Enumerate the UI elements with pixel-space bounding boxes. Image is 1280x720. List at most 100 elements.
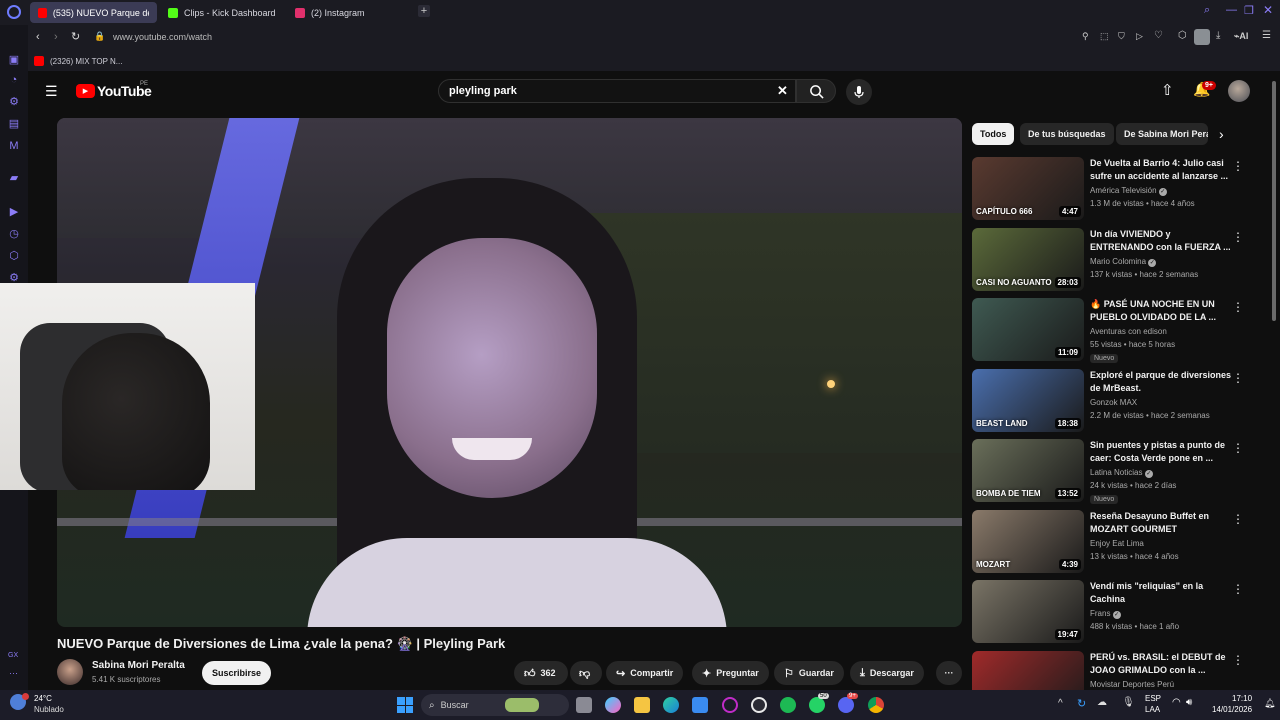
more-options-icon[interactable]: ⋮ (1232, 653, 1244, 667)
voice-search-button[interactable] (846, 79, 872, 105)
tray-sync-icon[interactable]: ↻ (1077, 697, 1086, 710)
notification-center-icon[interactable]: 🔔︎ (1264, 698, 1275, 709)
hamburger-menu-icon[interactable]: ☰ (45, 83, 58, 100)
extensions-icon[interactable]: ⬡ (1178, 30, 1187, 41)
more-options-icon[interactable]: ⋮ (1232, 300, 1244, 314)
channel-avatar[interactable] (57, 659, 83, 685)
minimize-icon[interactable]: — (1226, 4, 1237, 16)
history-icon[interactable]: ◷ (7, 227, 21, 241)
twitch-icon[interactable]: ▰ (7, 171, 21, 185)
weather-temperature[interactable]: 24°C (34, 694, 52, 703)
messenger-icon[interactable]: M (7, 139, 21, 153)
recommendation-title[interactable]: Sin puentes y pistas a punto de caer: Co… (1090, 439, 1232, 465)
dislike-button[interactable]: 👎︎ (570, 661, 602, 685)
recommendation-item[interactable]: BOMBA DE TIEM 13:52 Sin puentes y pistas a… (972, 439, 1262, 504)
recommendation-channel[interactable]: Enjoy Eat Lima (1090, 539, 1144, 548)
more-options-icon[interactable]: ⋮ (1232, 159, 1244, 173)
pin-icon[interactable]: ⚲ (1082, 31, 1089, 42)
recommendation-title[interactable]: Un día VIVIENDO y ENTRENANDO con la FUER… (1090, 228, 1232, 254)
player-icon[interactable]: ▶ (7, 205, 21, 219)
video-thumbnail[interactable]: CAPÍTULO 666 4:47 (972, 157, 1084, 220)
forward-icon[interactable]: › (54, 31, 58, 43)
recommendation-item[interactable]: MOZART 4:39 Reseña Desayuno Buffet en MOZA… (972, 509, 1262, 574)
search-input[interactable]: pleyling park ✕ (438, 79, 796, 103)
recommendation-item[interactable]: 19:47 Vendí mis "reliquias" en la Cachina… (972, 580, 1262, 644)
like-button[interactable]: 👍︎ 362 (514, 661, 568, 685)
more-actions-button[interactable]: ··· (936, 661, 962, 685)
menu-icon[interactable]: ☰ (1262, 30, 1271, 41)
ai-icon[interactable]: ⌁AI (1234, 31, 1248, 42)
new-tab-plus-icon[interactable]: + (418, 5, 430, 17)
video-thumbnail[interactable]: CASI NO AGUANTO 28:03 (972, 227, 1084, 291)
share-button[interactable]: ↪ Compartir (606, 661, 684, 685)
search-tabs-icon[interactable]: ⌕ (1204, 4, 1210, 17)
taskbar-search[interactable]: ⌕ Buscar (421, 694, 569, 716)
download-icon[interactable]: ⤓ (1216, 30, 1220, 41)
reload-icon[interactable]: ↻ (71, 30, 80, 43)
video-thumbnail[interactable]: 11:09 (972, 298, 1084, 361)
tab-instagram[interactable]: (2) Instagram (287, 2, 412, 23)
back-icon[interactable]: ‹ (36, 31, 40, 43)
user-avatar[interactable] (1228, 80, 1250, 102)
bookmark-item[interactable]: (2326) MIX TOP N... (50, 57, 122, 66)
gx-tools-icon[interactable]: ⚙ (7, 95, 21, 109)
video-thumbnail[interactable]: MOZART 4:39 (972, 509, 1084, 573)
upload-icon[interactable]: ⇧ (1161, 81, 1174, 99)
shield-icon[interactable]: ⛉ (1118, 31, 1125, 42)
snapshot-icon[interactable]: ⬚ (1100, 31, 1109, 42)
recommendation-channel[interactable]: Frans ✓ (1090, 609, 1121, 619)
gx-news-icon[interactable]: ▤ (7, 117, 21, 131)
video-thumbnail[interactable]: BOMBA DE TIEM 13:52 (972, 439, 1084, 502)
opera-gx-icon[interactable] (751, 697, 767, 713)
chip-de-tus-busquedas[interactable]: De tus búsquedas (1020, 123, 1114, 145)
recommendation-title[interactable]: Vendí mis "reliquias" en la Cachina (1090, 580, 1232, 606)
url-field[interactable]: www.youtube.com/watch (113, 32, 212, 42)
youtube-logo-icon[interactable]: ▶ (76, 84, 95, 98)
more-options-icon[interactable]: ⋮ (1232, 512, 1244, 526)
channel-name[interactable]: Sabina Mori Peralta (92, 660, 185, 671)
file-explorer-icon[interactable] (634, 697, 650, 713)
recommendation-title[interactable]: De Vuelta al Barrio 4: Julio casi sufre … (1090, 157, 1232, 183)
recommendation-title[interactable]: 🔥 PASÉ UNA NOCHE EN UN PUEBLO OLVIDADO D… (1090, 298, 1232, 324)
download-button[interactable]: ⤓ Descargar (850, 661, 924, 685)
tray-mic-icon[interactable]: 🎙︎ (1122, 697, 1135, 708)
subscribe-button[interactable]: Suscribirse (202, 661, 272, 685)
search-button[interactable] (796, 79, 836, 103)
close-window-icon[interactable]: ✕ (1263, 3, 1273, 17)
tray-chevron-icon[interactable]: ^ (1058, 698, 1063, 709)
extensions-side-icon[interactable]: ⬡ (7, 249, 21, 263)
video-thumbnail[interactable]: 19:47 (972, 580, 1084, 643)
recommendation-channel[interactable]: Latina Noticias ✓ (1090, 468, 1153, 478)
recommendation-channel[interactable]: América Televisión ✓ (1090, 186, 1167, 196)
recommendation-title[interactable]: Reseña Desayuno Buffet en MOZART GOURMET (1090, 510, 1232, 536)
profile-avatar[interactable] (1194, 29, 1210, 45)
chrome-icon[interactable] (868, 697, 884, 713)
discord-icon[interactable] (838, 697, 854, 713)
gx-cleaner-icon[interactable]: ◔ (7, 73, 21, 87)
spotify-icon[interactable] (780, 697, 796, 713)
chip-de-sabina[interactable]: De Sabina Mori Pera (1116, 123, 1208, 145)
recommendation-item[interactable]: 11:09 🔥 PASÉ UNA NOCHE EN UN PUEBLO OLVID… (972, 298, 1262, 363)
save-button[interactable]: ⚐ Guardar (774, 661, 844, 685)
opera-logo-icon[interactable] (7, 5, 21, 19)
chips-next-chevron-icon[interactable]: › (1219, 126, 1224, 142)
volume-icon[interactable]: 🔊︎ (1186, 697, 1192, 708)
tab-youtube[interactable]: (535) NUEVO Parque de D (30, 2, 157, 23)
opera-icon[interactable] (722, 697, 738, 713)
language-label[interactable]: ESP (1145, 694, 1161, 703)
clear-search-icon[interactable]: ✕ (777, 83, 788, 99)
clock-time[interactable]: 17:10 (1232, 694, 1252, 703)
whatsapp-icon[interactable] (809, 697, 825, 713)
edge-icon[interactable] (663, 697, 679, 713)
recommendation-channel[interactable]: Gonzok MAX (1090, 398, 1137, 407)
ask-button[interactable]: ✦ Preguntar (692, 661, 769, 685)
more-options-icon[interactable]: ⋮ (1232, 582, 1244, 596)
tab-kick[interactable]: Clips - Kick Dashboard (160, 2, 285, 23)
recommendation-channel[interactable]: Aventuras con edison (1090, 327, 1167, 336)
video-thumbnail[interactable]: BEAST LAND 18:38 (972, 368, 1084, 432)
task-view-icon[interactable] (576, 697, 592, 713)
heart-icon[interactable]: ♡ (1154, 30, 1163, 41)
store-icon[interactable] (692, 697, 708, 713)
recommendation-item[interactable]: CASI NO AGUANTO 28:03 Un día VIVIENDO y EN… (972, 227, 1262, 292)
more-icon[interactable]: ··· (9, 668, 18, 678)
